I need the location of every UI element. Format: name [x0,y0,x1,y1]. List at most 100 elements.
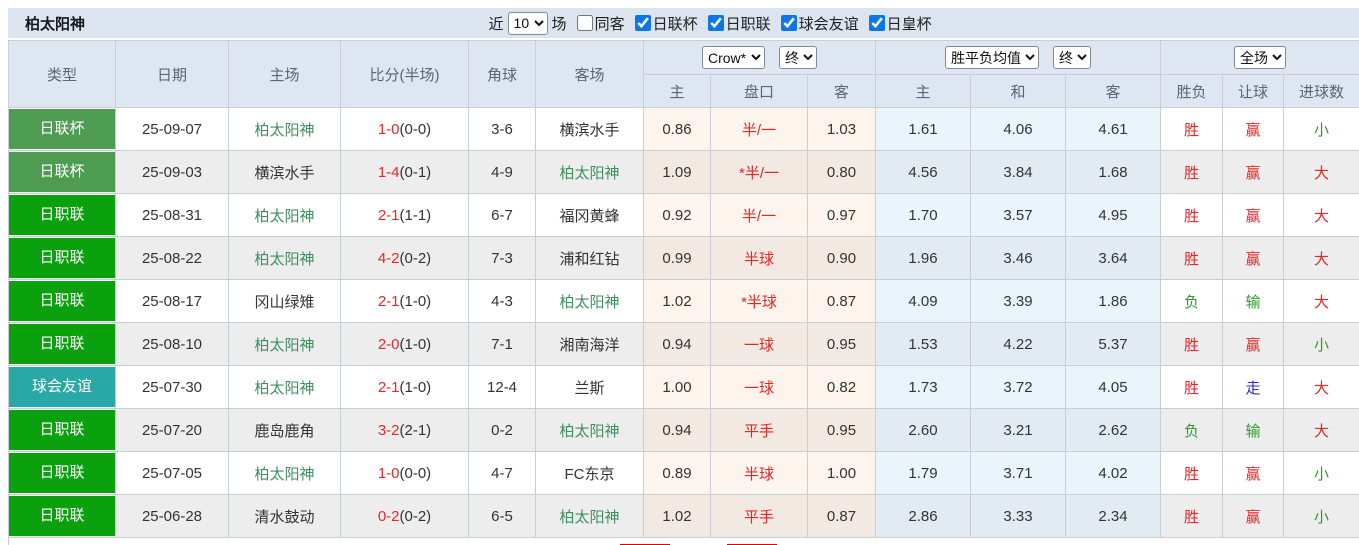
corner-cell: 7-3 [468,236,536,280]
score-cell: 1-0(0-0) [340,107,469,151]
corner-count: 4-9 [491,163,513,181]
table-row: 球会友谊 25-07-30 柏太阳神 2-1(1-0) 12-4 兰斯 1.00 一球 0.82… [8,365,1359,409]
home-team-cell: 柏太阳神 [228,451,341,495]
bookmaker-select[interactable]: Crow* [702,46,765,69]
handicap-result: 赢 [1245,250,1261,268]
away-team: 浦和红钻 [559,250,620,268]
eu-away-odds: 4.95 [1098,206,1128,224]
corner-count: 6-7 [491,206,513,224]
result-cell: 负 [1160,408,1224,452]
club-friendly-checkbox[interactable] [780,15,797,31]
eu-draw-odds: 3.71 [1003,464,1033,482]
match-result: 胜 [1184,164,1200,182]
filter-league-cup: 日联杯 [631,13,698,34]
eu-draw-odds: 3.57 [1003,206,1033,224]
eu-away-odds-cell: 1.86 [1065,279,1162,323]
asia-away-odds-cell: 0.82 [806,365,877,409]
league-badge: 日职联 [9,410,115,450]
corner-count: 4-7 [491,464,513,482]
asia-odds-group: Crow* 终 [642,40,877,75]
result-cell: 胜 [1160,236,1224,280]
league-cell: 日职联 [8,193,116,237]
date-cell: 25-07-20 [115,408,229,452]
asia-home-odds: 1.09 [662,163,692,181]
j-league-checkbox[interactable] [707,15,724,31]
match-count-select[interactable]: 10 [507,11,548,35]
handicap-result-cell: 赢 [1222,322,1285,366]
table-row: 日联杯 25-09-07 柏太阳神 1-0(0-0) 3-6 横滨水手 0.86 半/一 1.0… [8,107,1359,151]
asia-home-odds-cell: 1.02 [643,279,711,323]
eu-draw-odds: 4.06 [1003,120,1033,138]
scope-select[interactable]: 全场 [1234,46,1287,69]
emperor-cup-checkbox[interactable] [868,15,885,31]
eu-draw-odds-cell: 3.84 [970,150,1067,194]
half-score: (1-0) [399,335,432,353]
away-team-cell: 柏太阳神 [535,150,644,194]
league-cell: 日职联 [8,236,116,280]
away-team: 柏太阳神 [559,293,620,311]
league-badge: 日职联 [9,281,115,321]
eu-away-odds-cell: 3.64 [1065,236,1162,280]
result-cell: 负 [1160,279,1224,323]
goals-result: 大 [1314,293,1330,311]
europe-time-select[interactable]: 终 [1053,46,1092,69]
goals-result: 小 [1314,336,1330,354]
eu-home-odds: 2.86 [908,507,938,525]
eu-home-odds-cell: 1.61 [875,107,972,151]
league-cup-checkbox[interactable] [634,15,651,31]
goals-cell: 大 [1283,150,1359,194]
eu-home-odds: 1.96 [908,249,938,267]
away-team-cell: 柏太阳神 [535,408,644,452]
near-label: 近 [488,15,504,33]
score-cell: 2-1(1-0) [340,279,469,323]
handicap-result: 赢 [1245,508,1261,526]
eu-draw-odds: 3.46 [1003,249,1033,267]
asia-handicap: *半球 [741,293,777,311]
away-team: FC东京 [564,465,615,483]
eu-away-odds-cell: 1.68 [1065,150,1162,194]
asia-away-odds: 0.82 [826,378,857,396]
europe-type-select[interactable]: 胜平负均值 [945,46,1040,69]
full-score: 2-1 [377,292,400,310]
asia-home-odds-cell: 0.99 [643,236,711,280]
eu-draw-odds: 3.33 [1003,507,1033,525]
home-team-cell: 柏太阳神 [228,107,341,151]
goals-cell: 小 [1283,107,1359,151]
asia-handicap: 半球 [743,465,774,483]
home-team-cell: 冈山绿雉 [228,279,341,323]
corner-cell: 4-7 [468,451,536,495]
half-score: (0-0) [399,120,432,138]
filter-club-friendly: 球会友谊 [777,13,859,34]
full-score: 2-1 [377,206,400,224]
away-team-cell: 福冈黄蜂 [535,193,644,237]
col-date: 日期 [115,40,229,108]
handicap-result: 走 [1245,379,1261,397]
asia-time-select[interactable]: 终 [779,46,817,69]
eu-away-odds-cell: 2.34 [1065,494,1162,538]
table-row: 日职联 25-08-17 冈山绿雉 2-1(1-0) 4-3 柏太阳神 1.02 *半球 0.8… [8,279,1359,323]
asia-home-odds-cell: 0.89 [643,451,711,495]
home-team: 冈山绿雉 [254,293,315,311]
table-row: 日职联 25-08-22 柏太阳神 4-2(0-2) 7-3 浦和红钻 0.99 半球 0.90… [8,236,1359,280]
date-cell: 25-07-05 [115,451,229,495]
score-cell: 4-2(0-2) [340,236,469,280]
asia-home-odds-cell: 0.94 [643,322,711,366]
filter-same-away: 同客 [573,13,625,34]
league-cell: 日职联 [8,494,116,538]
goals-cell: 大 [1283,193,1359,237]
eu-away-odds-cell: 4.02 [1065,451,1162,495]
goals-cell: 大 [1283,365,1359,409]
half-score: (0-2) [399,249,432,267]
full-score: 1-4 [377,163,400,181]
result-cell: 胜 [1160,494,1224,538]
asia-away-odds: 1.00 [826,464,857,482]
match-date: 25-06-28 [141,507,203,525]
handicap-result: 赢 [1245,336,1261,354]
asia-handicap-cell: 半球 [710,236,808,280]
same-away-checkbox[interactable] [576,15,593,31]
col-asia-away: 客 [806,74,877,108]
score-cell: 0-2(0-2) [340,494,469,538]
handicap-result: 输 [1245,293,1261,311]
asia-home-odds-cell: 1.09 [643,150,711,194]
half-score: (2-1) [399,421,432,439]
